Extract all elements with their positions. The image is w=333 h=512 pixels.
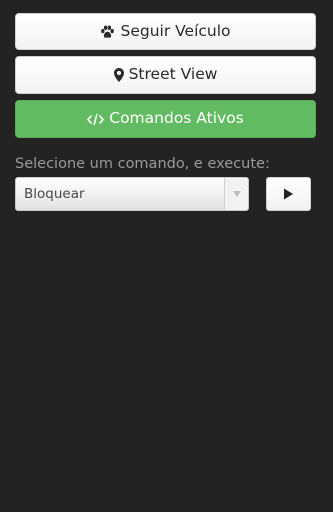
active-commands-button[interactable]: Comandos Ativos [15,100,316,138]
command-select-value: Bloquear [24,186,85,202]
select-arrow-box[interactable] [224,178,248,210]
chevron-down-icon [232,191,241,197]
follow-vehicle-label: Seguir Veículo [120,21,231,40]
execute-command-button[interactable] [266,177,311,211]
command-select[interactable]: Bloquear [15,177,249,211]
paw-icon [100,25,115,39]
active-commands-label: Comandos Ativos [109,109,244,128]
follow-vehicle-button[interactable]: Seguir Veículo [15,13,316,50]
command-prompt: Selecione um comando, e execute: [15,156,270,172]
street-view-button[interactable]: Street View [15,56,316,94]
map-marker-icon [113,68,124,82]
code-icon [87,113,105,126]
street-view-label: Street View [128,65,218,84]
play-icon [283,185,294,204]
